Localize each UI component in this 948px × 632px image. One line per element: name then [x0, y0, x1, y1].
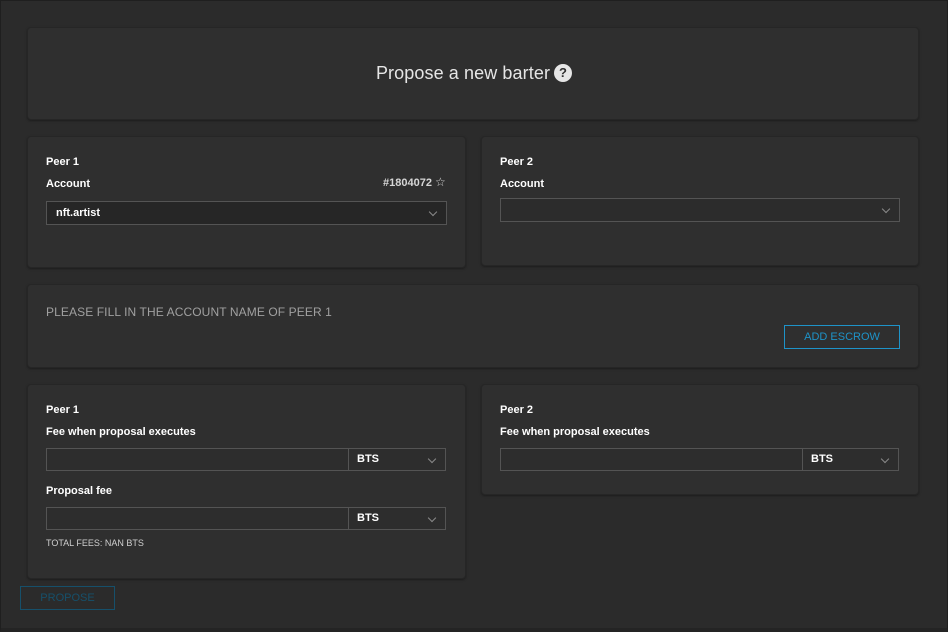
escrow-notice: PLEASE FILL IN THE ACCOUNT NAME OF PEER …: [46, 305, 332, 319]
peer1-fee-label: Fee when proposal executes: [46, 426, 196, 438]
peer1-proposal-fee-input[interactable]: [46, 507, 349, 530]
peer2-fee-asset-select[interactable]: BTS: [802, 448, 899, 471]
peer1-account-select[interactable]: nft.artist: [46, 201, 447, 225]
peer2-fee-asset: BTS: [811, 453, 833, 465]
peer2-fee-panel: [481, 384, 919, 495]
peer1-total-fees: TOTAL FEES: NAN BTS: [46, 538, 144, 548]
peer2-fee-label: Fee when proposal executes: [500, 426, 650, 438]
propose-button[interactable]: PROPOSE: [20, 586, 115, 610]
peer1-proposal-fee-asset: BTS: [357, 512, 379, 524]
peer2-account-select[interactable]: [500, 198, 900, 222]
peer1-heading: Peer 1: [46, 156, 80, 168]
peer2-heading: Peer 2: [500, 156, 534, 168]
chevron-down-icon: [427, 454, 437, 464]
peer2-fee-input[interactable]: [500, 448, 803, 471]
star-outline-icon[interactable]: ☆: [435, 175, 446, 189]
page-title: Propose a new barter?: [0, 63, 948, 84]
peer1-account-value: nft.artist: [56, 207, 100, 219]
peer1-account-label: Account: [46, 178, 90, 190]
peer1-account-id: #1804072: [383, 177, 432, 189]
peer1-fee-input[interactable]: [46, 448, 349, 471]
question-circle-icon[interactable]: ?: [554, 64, 573, 82]
chevron-down-icon: [880, 454, 890, 464]
peer2-account-label: Account: [500, 178, 544, 190]
page-title-text: Propose a new barter: [375, 63, 551, 83]
add-escrow-button[interactable]: ADD ESCROW: [784, 325, 900, 349]
chevron-down-icon: [428, 207, 438, 217]
peer1-fee-heading: Peer 1: [46, 404, 80, 416]
peer1-fee-panel: [27, 384, 466, 579]
chevron-down-icon: [881, 204, 891, 214]
chevron-down-icon: [427, 513, 437, 523]
peer1-proposal-fee-label: Proposal fee: [46, 485, 113, 497]
peer1-fee-asset-select[interactable]: BTS: [348, 448, 446, 471]
peer1-proposal-fee-asset-select[interactable]: BTS: [348, 507, 446, 530]
peer1-fee-asset: BTS: [357, 453, 379, 465]
peer2-fee-heading: Peer 2: [500, 404, 534, 416]
